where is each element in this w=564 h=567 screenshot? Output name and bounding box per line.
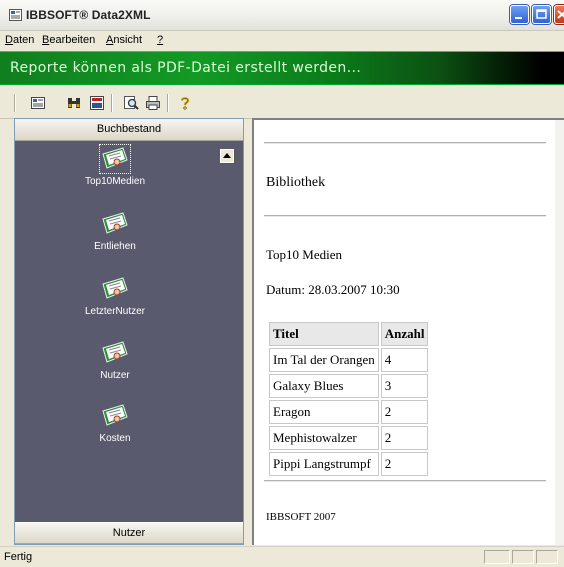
zoom-icon[interactable]	[123, 95, 139, 111]
app-icon[interactable]	[30, 95, 46, 111]
menu-bearbeiten[interactable]: Bearbeiten	[42, 34, 95, 46]
table-header-row: Titel Anzahl	[269, 322, 429, 346]
table-row: Eragon 2	[269, 400, 429, 424]
nav-item-label: Top10Medien	[84, 176, 146, 187]
report-subtitle: Top10 Medien	[266, 247, 342, 262]
cell-titel: Galaxy Blues	[269, 374, 379, 398]
cell-anzahl: 2	[380, 400, 429, 424]
report-title: Bibliothek	[266, 175, 326, 190]
cell-titel: Im Tal der Orangen	[269, 348, 379, 372]
report-divider	[264, 142, 546, 144]
cell-titel: Pippi Langstrumpf	[269, 452, 379, 476]
navigation-panel: Buchbestand Top10Medien Entliehen Letzte…	[14, 118, 244, 545]
nav-item-kosten[interactable]: Kosten	[45, 403, 185, 463]
table-row: Galaxy Blues 3	[269, 374, 429, 398]
nav-item-label: Nutzer	[100, 370, 130, 381]
cell-anzahl: 4	[380, 348, 429, 372]
cell-anzahl: 2	[380, 452, 429, 476]
banner-text: Reporte können als PDF-Datei erstellt we…	[10, 60, 362, 76]
status-text: Fertig	[4, 551, 33, 563]
close-icon	[557, 10, 564, 19]
status-pane	[484, 550, 510, 564]
menu-ansicht[interactable]: Ansicht	[106, 34, 142, 46]
help-icon[interactable]	[177, 95, 193, 111]
nav-group-nutzer[interactable]: Nutzer	[15, 522, 243, 544]
nav-scroll-up-button[interactable]	[220, 149, 234, 163]
report-view: Bibliothek Top10 Medien Datum: 28.03.200…	[252, 118, 564, 545]
print-icon[interactable]	[145, 95, 161, 111]
report-book-icon	[102, 277, 128, 299]
triangle-up-icon	[223, 153, 231, 158]
nav-group-buchbestand[interactable]: Buchbestand	[15, 119, 243, 141]
info-banner: Reporte können als PDF-Datei erstellt we…	[0, 51, 564, 85]
nav-item-entliehen[interactable]: Entliehen	[45, 211, 185, 271]
cell-anzahl: 3	[380, 374, 429, 398]
title-bar: IBBSOFT® Data2XML	[0, 0, 564, 31]
nav-item-top10medien[interactable]: Top10Medien	[45, 144, 185, 206]
column-header-anzahl: Anzahl	[380, 322, 429, 346]
app-icon[interactable]	[9, 9, 22, 21]
report-divider	[264, 215, 546, 217]
report-divider	[264, 480, 546, 482]
nav-item-label: LetzterNutzer	[84, 306, 146, 317]
cell-titel: Eragon	[269, 400, 379, 424]
maximize-icon	[536, 9, 547, 19]
status-pane	[512, 550, 534, 564]
toolbar	[0, 88, 564, 119]
toolbar-separator	[111, 94, 113, 112]
report-date: Datum: 28.03.2007 10:30	[266, 282, 400, 297]
table-row: Mephistowalzer 2	[269, 426, 429, 450]
toolbar-grip	[14, 94, 16, 112]
minimize-icon	[515, 17, 522, 19]
report-book-icon	[99, 144, 131, 174]
report-scrollbar[interactable]	[555, 120, 564, 545]
nav-item-letzternutzer[interactable]: LetzterNutzer	[45, 276, 185, 336]
table-row: Pippi Langstrumpf 2	[269, 452, 429, 476]
report-footer: IBBSOFT 2007	[266, 511, 336, 523]
report-book-icon	[102, 212, 128, 234]
table-row: Im Tal der Orangen 4	[269, 348, 429, 372]
status-bar: Fertig	[0, 546, 564, 567]
minimize-button[interactable]	[510, 5, 529, 24]
cell-anzahl: 2	[380, 426, 429, 450]
binoculars-icon[interactable]	[66, 95, 82, 111]
window-title: IBBSOFT® Data2XML	[26, 8, 151, 22]
report-table: Titel Anzahl Im Tal der Orangen 4 Galaxy…	[267, 320, 430, 478]
nav-item-label: Entliehen	[94, 241, 136, 252]
nav-item-label: Kosten	[99, 433, 131, 444]
report-book-icon	[102, 404, 128, 426]
report-book-icon	[102, 341, 128, 363]
toolbar-separator	[167, 94, 169, 112]
report-icon[interactable]	[89, 95, 105, 111]
close-button[interactable]	[554, 5, 564, 24]
maximize-button[interactable]	[532, 5, 551, 24]
column-header-titel: Titel	[269, 322, 379, 346]
cell-titel: Mephistowalzer	[269, 426, 379, 450]
status-pane	[536, 550, 558, 564]
menu-help[interactable]: ?	[157, 34, 163, 46]
menu-bar: Daten Bearbeiten Ansicht ?	[0, 31, 564, 50]
nav-item-nutzer[interactable]: Nutzer	[45, 340, 185, 400]
menu-daten[interactable]: Daten	[5, 34, 34, 46]
